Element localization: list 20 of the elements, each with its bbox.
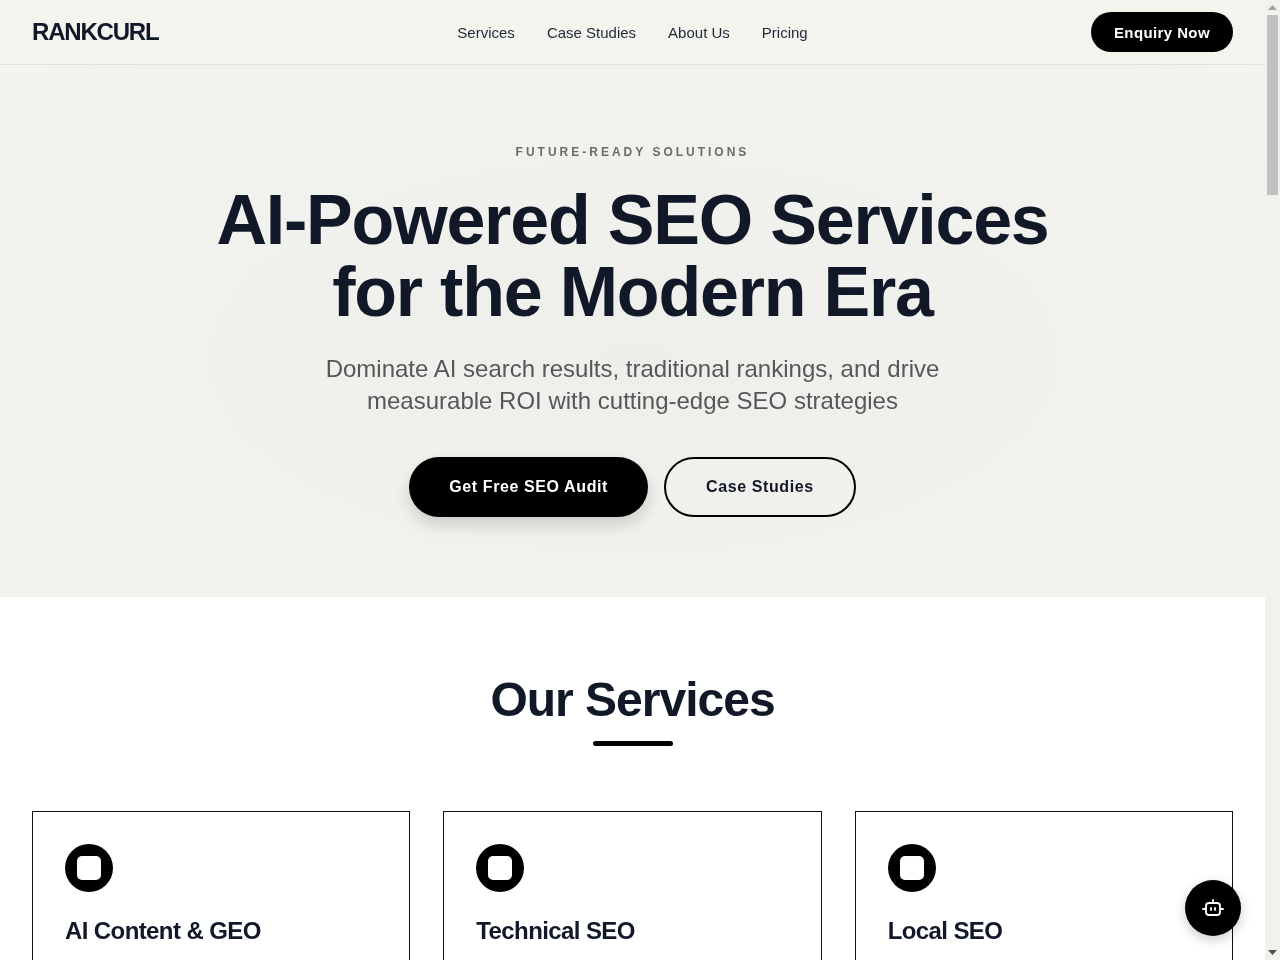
logo[interactable]: RANKCURL [32,18,159,46]
case-studies-button[interactable]: Case Studies [664,457,856,517]
hero-subtitle: Dominate AI search results, traditional rankings, and drive measurable ROI with cutting-edge SEO strategies [324,354,941,416]
service-title: Technical SEO [476,916,636,946]
nav-link[interactable]: About Us [668,23,730,41]
hero-eyebrow: FUTURE-READY SOLUTIONS [515,144,750,160]
nav-link[interactable]: Case Studies [546,23,637,41]
section-heading: Our Services [490,672,775,728]
audit-button[interactable]: Get Free SEO Audit [409,457,648,517]
nav-link[interactable]: Pricing [761,23,808,41]
scroll-down-icon[interactable] [1268,950,1277,955]
robot-icon [1202,899,1224,917]
nav-link[interactable]: Services [457,23,515,41]
enquiry-button[interactable]: Enquiry Now [1090,12,1233,52]
service-title: AI Content & GEO [65,916,262,946]
scrollbar[interactable] [1265,0,1280,960]
service-title: Local SEO [887,916,1004,946]
scroll-up-icon[interactable] [1268,5,1277,10]
hero-heading: AI-Powered SEO Services for the Modern Era [215,184,1050,328]
scrollbar-thumb[interactable] [1267,15,1278,195]
